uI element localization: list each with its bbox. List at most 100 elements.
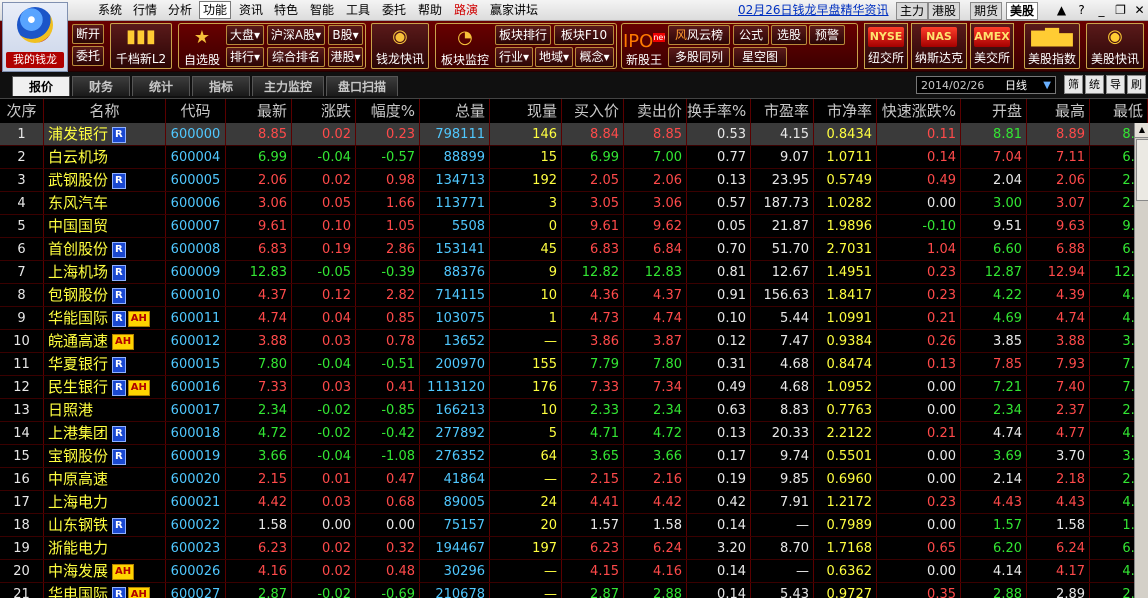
table-row[interactable]: 18 山东钢铁 R 600022 1.58 0.00 0.00 75157 20 1.57 1.58… [0, 514, 1148, 537]
amex-button[interactable]: AMEX 美交所 [970, 23, 1014, 69]
menu-item[interactable]: 功能 [199, 1, 232, 19]
table-row[interactable]: 1 浦发银行 R 600000 8.85 0.02 0.23 798111 146 8.84 8.8… [0, 123, 1148, 146]
table-row[interactable]: 21 华电国际 R AH 600027 2.87 -0.02 -0.69 210678—2.87… [0, 583, 1148, 598]
menu-item[interactable]: 赢家讲坛 [487, 2, 541, 18]
xuangu-button[interactable]: 选股 [771, 25, 807, 45]
block-f10-button[interactable]: 板块F10 [554, 25, 614, 45]
table-row[interactable]: 11 华夏银行 R 600015 7.80 -0.04 -0.51 200970 155 7.79… [0, 353, 1148, 376]
region-dropdown[interactable]: 地域▾ [535, 47, 573, 67]
market-tab[interactable]: 港股 [928, 2, 960, 20]
nasdaq-button[interactable]: NAS 纳斯达克 [911, 23, 967, 69]
menu-item[interactable]: 路演 [451, 2, 481, 18]
col-ask[interactable]: 卖出价 [624, 99, 687, 123]
table-row[interactable]: 20 中海发展 AH 600026 4.16 0.02 0.48 30296—4.15 4.16… [0, 560, 1148, 583]
export-button[interactable]: 导 [1106, 75, 1125, 94]
app-logo[interactable]: 我的钱龙 [2, 2, 68, 72]
tab-finance[interactable]: 财务 [72, 76, 130, 96]
market-tab[interactable]: 美股 [1006, 2, 1038, 20]
col-pct[interactable]: 幅度% [356, 99, 420, 123]
hushen-a-dropdown[interactable]: 沪深A股▾ [267, 25, 325, 45]
table-row[interactable]: 5 中国国贸 600007 9.61 0.10 1.05 5508 0 9.61 9.62 0.05… [0, 215, 1148, 238]
table-row[interactable]: 2 白云机场 600004 6.99 -0.04 -0.57 88899 15 6.99 7.00… [0, 146, 1148, 169]
col-last[interactable]: 最新 [226, 99, 292, 123]
period-selector[interactable]: 2014/02/26 日线 ▼ [916, 76, 1056, 94]
table-row[interactable]: 7 上海机场 R 600009 12.83 -0.05 -0.39 88376 9 12.82 12… [0, 261, 1148, 284]
nyse-button[interactable]: NYSE 纽交所 [864, 23, 908, 69]
menu-item[interactable]: 智能 [307, 2, 337, 18]
menu-item[interactable]: 帮助 [415, 2, 445, 18]
table-row[interactable]: 13 日照港 600017 2.34 -0.02 -0.85 166213 10 2.33 2.3… [0, 399, 1148, 422]
us-index-button[interactable]: ▆▇▅ 美股指数 [1024, 23, 1080, 69]
tab-statistics[interactable]: 统计 [132, 76, 190, 96]
dapan-dropdown[interactable]: 大盘▾ [226, 25, 264, 45]
menu-item[interactable]: 工具 [343, 2, 373, 18]
col-high[interactable]: 最高 [1027, 99, 1090, 123]
col-name[interactable]: 名称 [44, 99, 166, 123]
market-tab[interactable]: 期货 [970, 2, 1002, 20]
qianlong-news-button[interactable]: ◉ 钱龙快讯 [371, 23, 429, 69]
tab-quote[interactable]: 报价 [12, 76, 70, 96]
scroll-up-icon[interactable]: ▲ [1135, 123, 1148, 138]
paihang-dropdown[interactable]: 排行▾ [226, 47, 264, 67]
industry-dropdown[interactable]: 行业▾ [495, 47, 533, 67]
concept-dropdown[interactable]: 概念▾ [575, 47, 614, 67]
table-row[interactable]: 4 东风汽车 600006 3.06 0.05 1.66 113771 3 3.05 3.06 0.… [0, 192, 1148, 215]
menu-item[interactable]: 委托 [379, 2, 409, 18]
table-row[interactable]: 12 民生银行 R AH 600016 7.33 0.03 0.41 1113120 176 7.3… [0, 376, 1148, 399]
yujing-button[interactable]: 预警 [809, 25, 845, 45]
col-pb[interactable]: 市净率 [814, 99, 877, 123]
col-turnover[interactable]: 换手率% [687, 99, 751, 123]
col-open[interactable]: 开盘 [961, 99, 1027, 123]
collapse-icon[interactable]: ▲ [1054, 3, 1069, 17]
filter-button[interactable]: 筛 [1064, 75, 1083, 94]
statistics-button[interactable]: 统 [1085, 75, 1104, 94]
new-stock-king-button[interactable]: IPOnew 新股王 [623, 25, 665, 67]
menu-item[interactable]: 资讯 [236, 2, 266, 18]
table-row[interactable]: 19 浙能电力 600023 6.23 0.02 0.32 194467 197 6.23 6.2… [0, 537, 1148, 560]
bgu-dropdown[interactable]: B股▾ [328, 25, 363, 45]
menu-item[interactable]: 特色 [271, 2, 301, 18]
col-code[interactable]: 代码 [166, 99, 226, 123]
table-row[interactable]: 14 上港集团 R 600018 4.72 -0.02 -0.42 277892 5 4.71 4.… [0, 422, 1148, 445]
col-index[interactable]: 次序 [0, 99, 44, 123]
fengyun-button[interactable]: 风风云榜 [668, 25, 730, 45]
market-tab[interactable]: 主力 [896, 2, 928, 20]
refresh-button[interactable]: 刷 [1127, 75, 1146, 94]
menu-item[interactable]: 行情 [130, 2, 160, 18]
table-row[interactable]: 16 中原高速 600020 2.15 0.01 0.47 41864—2.15 2.16 0.… [0, 468, 1148, 491]
self-select-button[interactable]: ★ 自选股 [181, 25, 223, 67]
tab-indicators[interactable]: 指标 [192, 76, 250, 96]
us-news-button[interactable]: ◉ 美股快讯 [1086, 23, 1144, 69]
trade-button[interactable]: 委托 [72, 46, 104, 66]
table-row[interactable]: 9 华能国际 R AH 600011 4.74 0.04 0.85 103075 1 4.73 4.7… [0, 307, 1148, 330]
ganggu-dropdown[interactable]: 港股▾ [328, 47, 363, 67]
tab-main-force-monitor[interactable]: 主力监控 [252, 76, 324, 96]
menu-item[interactable]: 系统 [95, 2, 125, 18]
block-monitor-button[interactable]: ◔ 板块监控 [437, 25, 493, 67]
news-link[interactable]: 02月26日钱龙早盘精华资讯 [738, 3, 889, 17]
star-map-button[interactable]: 星空图 [733, 47, 787, 67]
help-icon[interactable]: ? [1074, 3, 1089, 17]
table-row[interactable]: 6 首创股份 R 600008 6.83 0.19 2.86 153141 45 6.83 6.84… [0, 238, 1148, 261]
zonghe-button[interactable]: 综合排名 [267, 47, 325, 67]
col-volume[interactable]: 总量 [420, 99, 490, 123]
table-row[interactable]: 10 皖通高速 AH 600012 3.88 0.03 0.78 13652—3.86 3.87… [0, 330, 1148, 353]
menu-item[interactable]: 分析 [165, 2, 195, 18]
disconnect-button[interactable]: 断开 [72, 24, 104, 44]
formula-button[interactable]: 公式 [733, 25, 769, 45]
col-current-volume[interactable]: 现量 [490, 99, 562, 123]
col-low[interactable]: 最低 [1090, 99, 1148, 123]
col-pe[interactable]: 市盈率 [751, 99, 814, 123]
minimize-icon[interactable]: _ [1094, 3, 1109, 17]
table-row[interactable]: 3 武钢股份 R 600005 2.06 0.02 0.98 134713 192 2.05 2.0… [0, 169, 1148, 192]
table-row[interactable]: 15 宝钢股份 R 600019 3.66 -0.04 -1.08 276352 64 3.65 3… [0, 445, 1148, 468]
restore-icon[interactable]: ❐ [1113, 3, 1128, 17]
col-fast-change[interactable]: 快速涨跌% [877, 99, 961, 123]
col-change[interactable]: 涨跌 [292, 99, 356, 123]
scroll-thumb[interactable] [1136, 139, 1148, 201]
table-row[interactable]: 8 包钢股份 R 600010 4.37 0.12 2.82 714115 10 4.36 4.37… [0, 284, 1148, 307]
close-icon[interactable]: ✕ [1132, 3, 1147, 17]
l2-button[interactable]: ▮▮▮ 千档新L2 [110, 23, 172, 69]
multi-stock-button[interactable]: 多股同列 [668, 47, 730, 67]
tab-order-book-scan[interactable]: 盘口扫描 [326, 76, 398, 96]
